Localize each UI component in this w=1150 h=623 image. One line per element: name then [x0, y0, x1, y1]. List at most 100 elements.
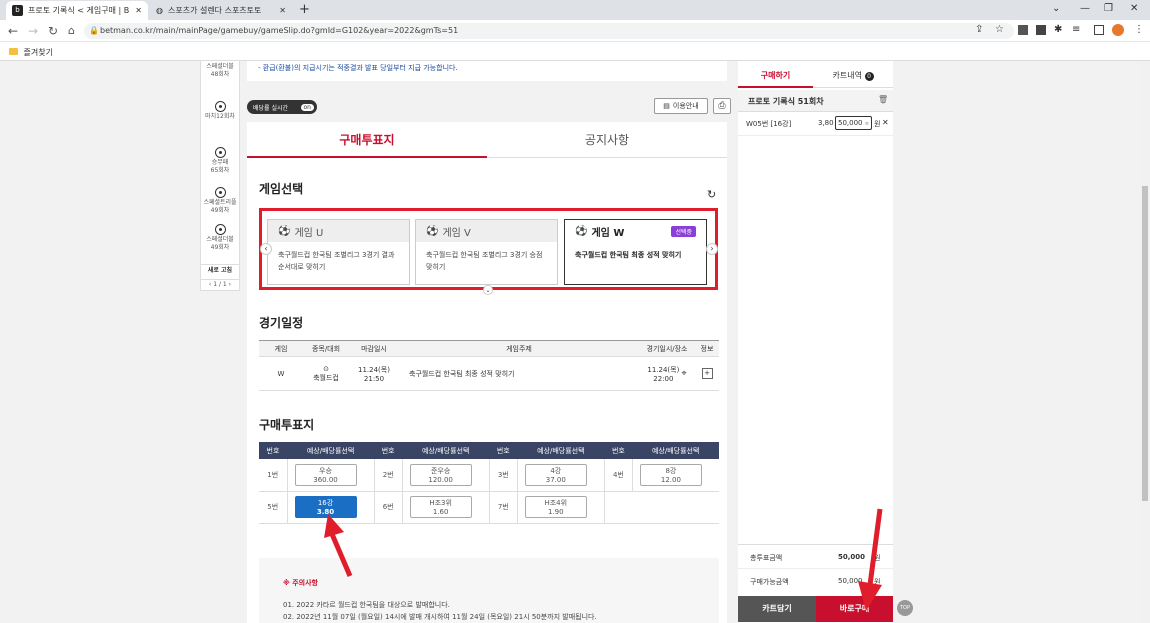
minimize-icon[interactable]: — [1080, 3, 1090, 14]
soccer-icon: ⚽ [278, 225, 291, 237]
lock-icon: 🔒 [89, 26, 99, 35]
new-tab-button[interactable]: + [299, 2, 310, 17]
tab-buy[interactable]: 구매하기 [738, 64, 813, 88]
toggle-state: on [300, 103, 314, 111]
tab-close-icon[interactable]: ✕ [279, 6, 286, 15]
side-nav-item[interactable]: 스페셜더블 48회차 [201, 63, 239, 79]
trash-icon[interactable]: 🗑 [878, 95, 888, 104]
game-card-v[interactable]: ⚽ 게임 V 축구월드컵 한국팀 조별리그 3경기 승점 맞히기 [415, 219, 558, 285]
menu-icon[interactable]: ⋮ [1134, 24, 1144, 35]
back-icon[interactable]: ← [8, 24, 18, 38]
deadline-date: 11.24(목) [358, 365, 390, 374]
side-nav-item[interactable]: 스페셜트리플 49회차 [201, 187, 239, 215]
refresh-button[interactable]: 새로 고침 [201, 264, 239, 275]
side-nav-item[interactable]: 승무패 65회차 [201, 147, 239, 175]
col-header: 번호 [374, 442, 403, 459]
bookmarks-bar: 즐겨찾기 [0, 42, 1150, 61]
col-header: 정보 [695, 340, 719, 357]
game-select-highlight: ‹ ⚽ 게임 U 축구월드컵 한국팀 조별리그 3경기 결과 순서대로 맞히기 ⚽… [259, 208, 718, 290]
extension-icon[interactable] [1018, 25, 1028, 35]
option-button[interactable]: 준우승 120.00 [409, 463, 472, 486]
reload-icon[interactable]: ↻ [48, 24, 58, 38]
game-card-w[interactable]: ⚽ 게임 W 선택중 축구월드컵 한국팀 최종 성적 맞히기 [564, 219, 707, 285]
location-pin-icon[interactable]: ⌖ [682, 369, 687, 379]
option-cell: 8강 12.00 [632, 459, 719, 492]
tab-title: 프로토 기록식 < 게임구매 | BET [28, 6, 131, 15]
option-button[interactable]: 우승 360.00 [294, 463, 357, 486]
realtime-odds-toggle[interactable]: 배당률 실시간 on [247, 100, 317, 114]
home-icon[interactable]: ⌂ [68, 24, 75, 37]
remove-item-icon[interactable]: ✕ [882, 118, 889, 127]
close-window-icon[interactable]: ✕ [1130, 3, 1138, 14]
browser-toolbar: ← → ↻ ⌂ 🔒 betman.co.kr/main/mainPage/gam… [0, 20, 1150, 42]
sidepanel-icon[interactable] [1094, 25, 1104, 35]
next-page-icon[interactable]: › [229, 281, 231, 288]
add-to-cart-button[interactable]: 카트담기 [738, 596, 816, 622]
scroll-top-button[interactable]: TOP [897, 600, 913, 616]
soccer-ball-icon [214, 224, 226, 235]
print-button[interactable]: ⎙ [713, 98, 731, 114]
empty-cell [604, 491, 633, 524]
col-header: 예상/배당률선택 [287, 442, 375, 459]
col-header: 마감일시 [349, 340, 399, 357]
stepper-icon[interactable]: ≡ [865, 121, 869, 127]
option-button[interactable]: H조3위 1.60 [409, 496, 472, 518]
side-nav-item[interactable]: 마치12회차 [201, 101, 239, 121]
tab-cart-label: 카트내역 [832, 71, 862, 80]
side-nav-pager: ‹ 1 / 1 › [201, 279, 239, 289]
browser-tab-active[interactable]: b 프로토 기록식 < 게임구매 | BET ✕ [6, 1, 148, 20]
extension-icon[interactable] [1036, 25, 1046, 35]
game-name: 게임 V [442, 227, 471, 239]
option-button[interactable]: H조4위 1.90 [524, 496, 587, 518]
address-bar[interactable]: 🔒 betman.co.kr/main/mainPage/gamebuy/gam… [84, 23, 1014, 39]
betman-favicon-icon: b [12, 5, 23, 16]
bookmark-folder[interactable]: 즐겨찾기 [9, 47, 53, 58]
forward-icon[interactable]: → [28, 24, 38, 38]
slip-item-odds: 3,80 [818, 119, 834, 127]
info-plus-button[interactable]: + [701, 368, 713, 379]
empty-cell [632, 491, 719, 524]
refresh-icon[interactable]: ↻ [707, 188, 716, 201]
page-scrollbar[interactable] [1140, 61, 1150, 623]
side-nav-item[interactable]: 스페셜더블 49회차 [201, 224, 239, 252]
scrollbar-thumb[interactable] [1142, 186, 1148, 501]
browser-tab-bar: b 프로토 기록식 < 게임구매 | BET ✕ ◍ 스포츠가 설렌다 스포츠토… [0, 0, 1150, 20]
pager-text: 1 / 1 [213, 281, 227, 288]
browser-tab[interactable]: ◍ 스포츠가 설렌다 스포츠토토 ✕ [150, 1, 292, 20]
caution-line: 01. 2022 카타르 월드컵 한국팀을 대상으로 발매합니다. [283, 601, 450, 609]
media-icon[interactable]: ≡ [1072, 24, 1080, 35]
option-button[interactable]: 8강 12.00 [639, 463, 702, 486]
option-cell: 4강 37.00 [517, 459, 605, 492]
tab-search-icon[interactable]: ⌄ [1052, 3, 1060, 14]
available-label: 구매가능금액 [750, 578, 789, 586]
option-cell: 우승 360.00 [287, 459, 375, 492]
prev-game-icon[interactable]: ‹ [260, 243, 272, 255]
expand-icon[interactable]: ⌄ [483, 285, 493, 295]
next-game-icon[interactable]: › [706, 243, 718, 255]
match-date: 11.24(목) [647, 365, 680, 374]
restore-icon[interactable]: ❐ [1104, 3, 1113, 14]
bookmark-star-icon[interactable]: ☆ [995, 24, 1004, 35]
option-cell: H조3위 1.60 [402, 491, 490, 524]
option-num: 5번 [259, 491, 288, 524]
match-time: 22:00 [653, 374, 674, 383]
game-card-u[interactable]: ⚽ 게임 U 축구월드컵 한국팀 조별리그 3경기 결과 순서대로 맞히기 [267, 219, 410, 285]
tab-slip[interactable]: 구매투표지 [247, 122, 487, 158]
option-button[interactable]: 4강 37.00 [524, 463, 587, 486]
prev-page-icon[interactable]: ‹ [209, 281, 211, 288]
notice-box: - 환급(환불)의 지급시기는 적중결과 발표 당일부터 지급 가능합니다. [247, 61, 727, 81]
share-icon[interactable]: ⇪ [975, 24, 983, 35]
guide-button[interactable]: ▤ 이용안내 [654, 98, 708, 114]
tab-cart[interactable]: 카트내역 0 [813, 64, 893, 88]
amount-input[interactable]: 50,000 ≡ [835, 116, 872, 130]
puzzle-icon[interactable]: ✱ [1054, 24, 1062, 35]
tab-close-icon[interactable]: ✕ [135, 6, 142, 15]
avatar[interactable] [1112, 24, 1124, 36]
tab-notice[interactable]: 공지사항 [487, 122, 727, 158]
deadline-time: 21:50 [363, 374, 385, 383]
total-label: 총투표금액 [750, 554, 783, 562]
option-num: 2번 [374, 459, 403, 492]
cell-info: + [695, 356, 719, 391]
soccer-icon: ⚽ [426, 225, 439, 237]
folder-icon [9, 48, 18, 55]
